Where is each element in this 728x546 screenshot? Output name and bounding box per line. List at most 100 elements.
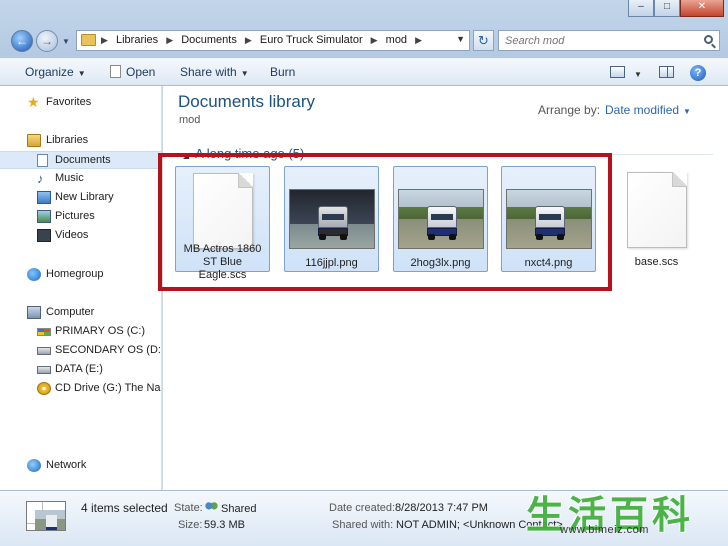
breadcrumb-separator[interactable]: ▶ — [415, 35, 422, 45]
refresh-button[interactable]: ↻ — [473, 30, 494, 51]
view-options-dropdown[interactable]: ▼ — [630, 66, 642, 80]
nav-item-drive-e[interactable]: DATA (E:) — [0, 361, 161, 379]
recent-pages-dropdown[interactable]: ▼ — [62, 37, 70, 46]
search-input[interactable] — [505, 33, 695, 48]
nav-item-label: Pictures — [55, 210, 95, 222]
selection-count: 4 items selected — [81, 501, 168, 515]
arrange-by-dropdown[interactable]: Date modified ▼ — [605, 103, 691, 117]
window-title-bar: – □ ✕ ← → ▼ ▶ Libraries ▶ Documents ▶ Eu… — [0, 0, 728, 58]
chevron-down-icon: ▼ — [634, 70, 642, 79]
open-button[interactable]: Open — [110, 65, 155, 79]
breadcrumb-separator[interactable]: ▶ — [166, 35, 173, 45]
help-icon[interactable]: ? — [690, 65, 706, 81]
breadcrumb-item-mod[interactable]: mod — [386, 34, 407, 46]
breadcrumb-item-euro-truck-simulator[interactable]: Euro Truck Simulator — [260, 34, 363, 46]
date-created-value: 8/28/2013 7:47 PM — [395, 502, 488, 514]
nav-item-new-library[interactable]: New Library — [0, 189, 161, 207]
group-header[interactable]: ◢ A long time ago (5) — [183, 146, 304, 161]
organize-button[interactable]: Organize ▼ — [25, 65, 86, 79]
nav-item-pictures[interactable]: Pictures — [0, 208, 161, 226]
maximize-icon: □ — [663, 1, 671, 12]
nav-item-label: Libraries — [46, 134, 89, 146]
burn-button[interactable]: Burn — [270, 65, 295, 79]
nav-item-label: PRIMARY OS (C:) — [55, 325, 146, 337]
library-subtitle: mod — [179, 114, 201, 126]
change-view-icon[interactable] — [610, 66, 625, 78]
state-value-text: Shared — [221, 503, 257, 515]
nav-item-label: Videos — [55, 229, 89, 241]
close-button[interactable]: ✕ — [680, 0, 724, 17]
nav-item-drive-g[interactable]: CD Drive (G:) The Nan — [0, 380, 161, 398]
nav-item-libraries[interactable]: Libraries — [0, 132, 161, 150]
preview-pane-icon[interactable] — [659, 66, 674, 78]
nav-item-drive-d[interactable]: SECONDARY OS (D:) — [0, 342, 162, 360]
file-list-pane[interactable]: Documents library mod Arrange by: Date m… — [163, 86, 728, 490]
share-with-button[interactable]: Share with ▼ — [180, 65, 249, 79]
breadcrumb-separator[interactable]: ▶ — [371, 35, 378, 45]
file-item-116jjpl[interactable]: 116jjpl.png — [284, 166, 379, 272]
chevron-down-icon: ▼ — [683, 107, 691, 116]
nav-item-favorites[interactable]: ★ Favorites — [0, 94, 161, 112]
forward-button[interactable]: → — [36, 30, 58, 52]
chevron-down-icon: ▼ — [240, 69, 249, 78]
nav-item-homegroup[interactable]: Homegroup — [0, 266, 161, 284]
refresh-icon: ↻ — [478, 33, 489, 48]
minimize-button[interactable]: – — [628, 0, 654, 17]
file-name: 116jjpl.png — [305, 257, 358, 269]
search-box[interactable] — [498, 30, 720, 51]
file-item-nxct4[interactable]: nxct4.png — [501, 166, 596, 272]
file-name-line-2: ST Blue Eagle.scs — [198, 256, 247, 281]
nav-item-network[interactable]: Network — [0, 457, 161, 475]
nav-item-computer[interactable]: Computer — [0, 304, 161, 322]
group-divider — [303, 154, 713, 155]
size-value: 59.3 MB — [204, 519, 245, 531]
breadcrumb-item-documents[interactable]: Documents — [181, 34, 237, 46]
nav-item-label: New Library — [55, 191, 114, 203]
network-icon — [27, 459, 41, 472]
homegroup-icon — [27, 268, 41, 281]
group-header-label: A long time ago (5) — [195, 146, 305, 161]
breadcrumb-item-libraries[interactable]: Libraries — [116, 34, 158, 46]
state-value: Shared — [205, 502, 256, 515]
documents-icon — [37, 154, 48, 167]
nav-item-drive-c[interactable]: PRIMARY OS (C:) — [0, 323, 161, 341]
blank-file-icon — [626, 172, 687, 248]
hard-drive-icon — [37, 347, 51, 355]
nav-item-documents[interactable]: Documents — [0, 151, 161, 169]
file-name: base.scs — [634, 256, 679, 268]
search-icon[interactable] — [704, 35, 713, 44]
windows-drive-icon — [37, 328, 51, 336]
image-thumbnail — [288, 189, 375, 249]
nav-item-label: Favorites — [46, 96, 92, 108]
new-library-icon — [37, 191, 51, 204]
nav-item-label: SECONDARY OS (D:) — [55, 344, 162, 356]
shared-with-value: NOT ADMIN; <Unknown Contact> — [396, 519, 563, 531]
arrange-by-value: Date modified — [605, 103, 680, 117]
breadcrumb-separator[interactable]: ▶ — [245, 35, 252, 45]
back-button[interactable]: ← — [11, 30, 33, 52]
image-thumbnail — [397, 189, 484, 249]
file-item-base-scs[interactable]: base.scs — [609, 166, 704, 272]
share-with-label: Share with — [180, 65, 237, 79]
nav-item-label: Homegroup — [46, 268, 104, 280]
file-name-line-1: MB Actros 1860 — [183, 243, 262, 255]
breadcrumb-separator[interactable]: ▶ — [101, 35, 108, 45]
music-icon: ♪ — [37, 171, 44, 186]
address-bar[interactable]: ▶ Libraries ▶ Documents ▶ Euro Truck Sim… — [76, 30, 470, 51]
nav-item-label: DATA (E:) — [55, 363, 103, 375]
videos-icon — [37, 229, 51, 242]
nav-item-music[interactable]: ♪ Music — [0, 170, 161, 188]
close-icon: ✕ — [697, 1, 707, 12]
nav-item-videos[interactable]: Videos — [0, 227, 161, 245]
maximize-button[interactable]: □ — [654, 0, 680, 17]
details-pane: 4 items selected State: Shared Size: 59.… — [0, 490, 728, 546]
nav-item-label: Network — [46, 459, 87, 471]
file-item-mb-actros[interactable]: MB Actros 1860 ST Blue Eagle.scs — [175, 166, 270, 281]
address-history-dropdown[interactable]: ▼ — [456, 34, 465, 44]
collapse-triangle-icon: ◢ — [183, 151, 190, 160]
libraries-icon — [27, 134, 41, 147]
open-label: Open — [126, 65, 156, 79]
navigation-pane: ★ Favorites Libraries Documents ♪ Music … — [0, 86, 162, 490]
minimize-icon: – — [638, 1, 644, 12]
file-item-2hog3lx[interactable]: 2hog3lx.png — [393, 166, 488, 272]
